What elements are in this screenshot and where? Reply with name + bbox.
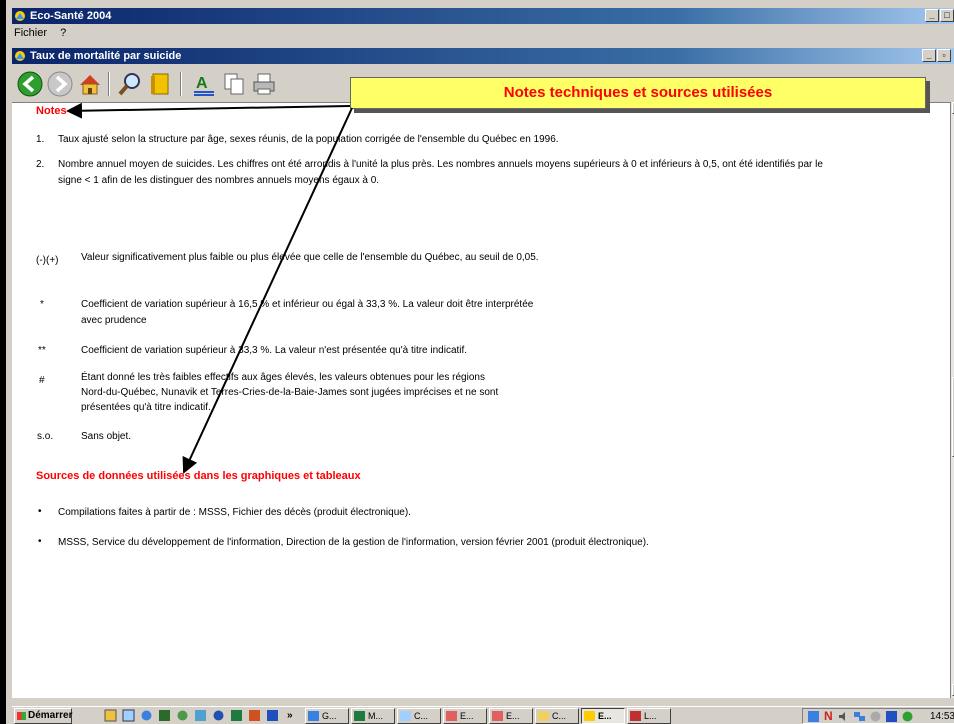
sources-heading: Sources de données utilisées dans les gr… — [36, 470, 361, 482]
app-icon — [15, 11, 25, 21]
print-icon[interactable] — [250, 70, 278, 98]
note-number: 1. — [36, 134, 45, 145]
network-icon[interactable] — [853, 710, 866, 723]
notes-heading: Notes — [36, 105, 67, 117]
menu-fichier[interactable]: Fichier — [14, 27, 47, 39]
excel-icon[interactable] — [230, 709, 243, 722]
maximize-button[interactable]: □ — [940, 9, 954, 22]
quick-launch-icon[interactable] — [212, 709, 225, 722]
menu-help[interactable]: ? — [60, 27, 66, 39]
notes-content: Notes 1. Taux ajusté selon la structure … — [12, 102, 952, 698]
legend-text: Coefficient de variation supérieur à 16,… — [81, 299, 534, 310]
legend-symbol: * — [40, 299, 44, 310]
windows-flag-icon — [17, 712, 26, 720]
note-2-text-cont: signe < 1 afin de les distinguer des nom… — [58, 175, 380, 186]
search-icon[interactable] — [116, 70, 144, 98]
taskbar-button[interactable]: L... — [627, 708, 671, 724]
book-icon[interactable] — [146, 70, 174, 98]
note-2-text: Nombre annuel moyen de suicides. Les chi… — [58, 159, 823, 170]
document-icon — [446, 711, 457, 721]
forward-icon[interactable] — [46, 70, 74, 98]
word-icon[interactable] — [266, 709, 279, 722]
note-1-text: Taux ajusté selon la structure par âge, … — [58, 134, 559, 145]
quick-launch-icon[interactable] — [122, 709, 135, 722]
antivirus-icon[interactable] — [885, 710, 898, 723]
taskbar-button[interactable]: C... — [397, 708, 441, 724]
app-icon — [630, 711, 641, 721]
folder-icon — [538, 711, 549, 721]
child-restore-button[interactable]: ▫ — [937, 49, 951, 62]
legend-text-cont: avec prudence — [81, 315, 147, 326]
quick-launch-icon[interactable] — [104, 709, 117, 722]
legend-text: Étant donné les très faibles effectifs a… — [81, 372, 485, 383]
note-number: 2. — [36, 159, 45, 170]
taskbar-button[interactable]: G... — [305, 708, 349, 724]
home-icon[interactable] — [76, 70, 104, 98]
callout-label: Notes techniques et sources utilisées — [350, 77, 926, 109]
tray-icon[interactable] — [807, 710, 820, 723]
eco-sante-icon — [584, 711, 595, 721]
legend-text: Coefficient de variation supérieur à 33,… — [81, 345, 468, 356]
more-quick-launch[interactable]: » — [287, 709, 293, 722]
taskbar-button[interactable]: E... — [443, 708, 487, 724]
excel-icon — [354, 711, 365, 721]
legend-text: Sans objet. — [81, 431, 132, 442]
legend-symbol: ** — [38, 345, 46, 356]
quick-launch-icon[interactable] — [194, 709, 207, 722]
app-title: Eco-Santé 2004 — [30, 10, 112, 22]
menu-bar: Fichier ? — [12, 24, 954, 42]
start-label: Démarrer — [28, 710, 73, 721]
system-tray: N 14:53 — [802, 708, 954, 724]
start-button[interactable]: Démarrer — [14, 708, 72, 724]
vertical-scrollbar[interactable]: ▲ ▼ — [950, 102, 954, 698]
child-title-bar[interactable]: Taux de mortalité par suicide _ ▫ — [12, 48, 954, 64]
child-minimize-button[interactable]: _ — [922, 49, 936, 62]
child-title: Taux de mortalité par suicide — [30, 50, 182, 62]
toolbar-separator — [180, 72, 182, 96]
legend-symbol: (-)(+) — [36, 255, 59, 266]
taskbar-button[interactable]: E... — [489, 708, 533, 724]
taskbar-button[interactable]: M... — [351, 708, 395, 724]
title-bar[interactable]: Eco-Santé 2004 _ □ — [12, 8, 954, 24]
taskbar-button-active[interactable]: E... — [581, 708, 625, 724]
back-icon[interactable] — [16, 70, 44, 98]
bullet: • — [38, 506, 42, 517]
source-item: MSSS, Service du développement de l'info… — [58, 537, 649, 548]
tray-icon[interactable] — [901, 710, 914, 723]
quick-launch-icon[interactable] — [176, 709, 189, 722]
svg-text:A: A — [196, 75, 208, 92]
legend-text: Valeur significativement plus faible ou … — [81, 252, 539, 263]
legend-symbol: # — [39, 375, 45, 386]
document-icon — [15, 51, 25, 61]
clock: 14:53 — [929, 711, 954, 722]
legend-text-cont: présentées qu'à titre indicatif. — [81, 402, 211, 413]
legend-text-cont: Nord-du-Québec, Nunavik et Terres-Cries-… — [81, 387, 499, 398]
bullet: • — [38, 536, 42, 547]
browser-icon — [308, 711, 319, 721]
tray-icon[interactable] — [869, 710, 882, 723]
explorer-icon — [400, 711, 411, 721]
quick-launch-icon[interactable] — [158, 709, 171, 722]
powerpoint-icon[interactable] — [248, 709, 261, 722]
application-window: Eco-Santé 2004 _ □ Fichier ? Taux de mor… — [0, 0, 954, 724]
internet-explorer-icon[interactable] — [140, 709, 153, 722]
text-icon[interactable]: A — [190, 70, 218, 98]
legend-symbol: s.o. — [37, 431, 54, 442]
volume-icon[interactable] — [837, 710, 850, 723]
source-item: Compilations faites à partir de : MSSS, … — [58, 507, 411, 518]
taskbar-button[interactable]: C... — [535, 708, 579, 724]
taskbar: Démarrer » G... M... C... E... E... C...… — [12, 706, 954, 724]
document-icon — [492, 711, 503, 721]
copy-icon[interactable] — [220, 70, 248, 98]
tray-letter[interactable]: N — [824, 710, 833, 723]
minimize-button[interactable]: _ — [925, 9, 939, 22]
toolbar-separator — [108, 72, 110, 96]
